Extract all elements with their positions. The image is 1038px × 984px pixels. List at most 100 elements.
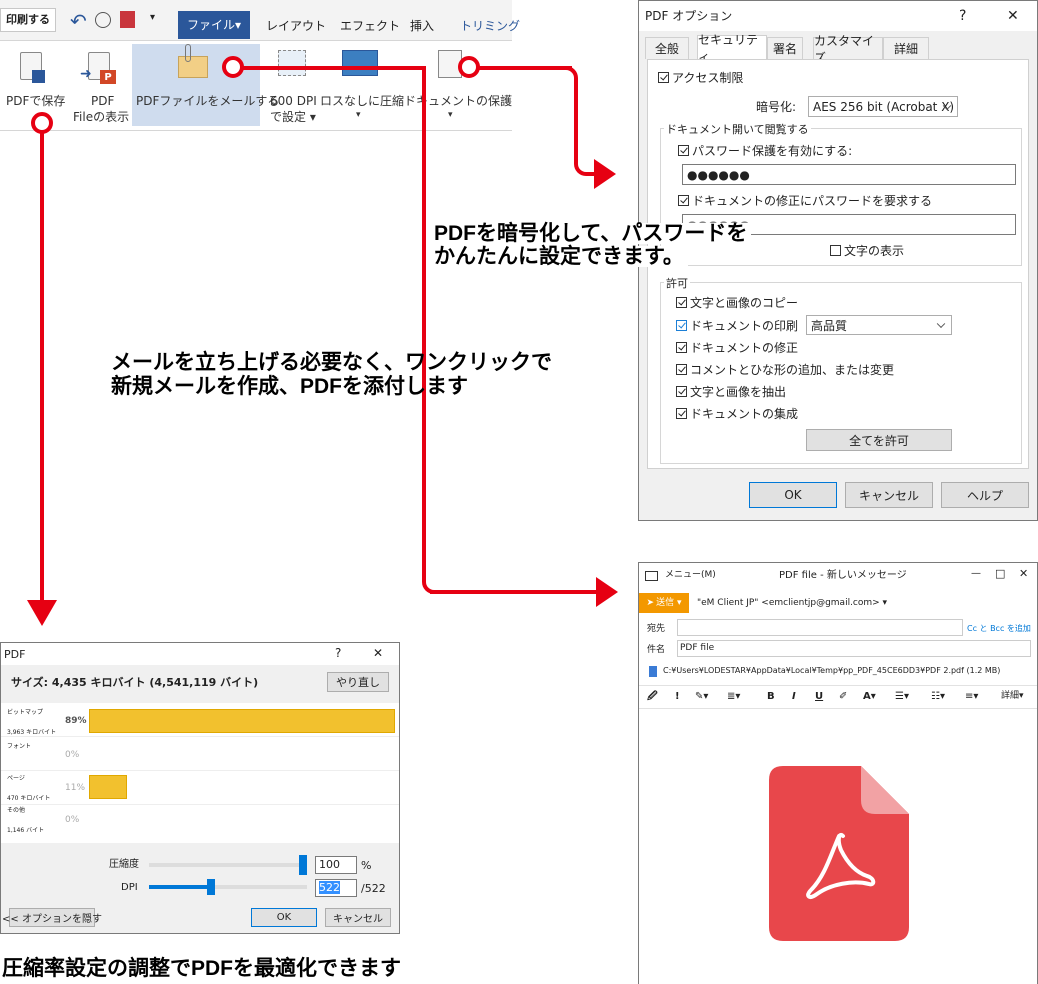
- row-bar: [89, 709, 395, 733]
- underline-button[interactable]: U: [815, 691, 823, 703]
- allow-all-button[interactable]: 全てを許可: [806, 429, 952, 451]
- perm-assemble-label: ドキュメントの集成: [690, 407, 799, 421]
- perm-assemble-checkbox[interactable]: ドキュメントの集成: [676, 407, 798, 421]
- tab-insert[interactable]: 挿入: [410, 19, 434, 33]
- dpi-button[interactable]: 600 DPI で設定 ▾: [266, 44, 318, 126]
- tab-effect[interactable]: エフェクト: [340, 19, 400, 33]
- checkbox-icon: [676, 342, 687, 353]
- compression-input[interactable]: 100: [315, 856, 357, 874]
- tab-file[interactable]: ファイル▾: [178, 11, 250, 39]
- align-icon[interactable]: ≡▾: [965, 691, 978, 703]
- protect-document-button[interactable]: ドキュメントの保護 ▾: [402, 44, 512, 126]
- close-icon[interactable]: ✕: [373, 646, 383, 660]
- priority-icon[interactable]: !: [675, 691, 680, 703]
- dpi-slider-thumb[interactable]: [207, 879, 215, 895]
- tab-security[interactable]: セキュリティ: [697, 33, 767, 64]
- help-button[interactable]: ヘルプ: [941, 482, 1029, 508]
- attachment-path[interactable]: C:¥Users¥LODESTAR¥AppData¥Local¥Temp¥pp_…: [663, 666, 1000, 676]
- perm-comment-checkbox[interactable]: コメントとひな形の追加、または変更: [676, 363, 894, 377]
- undo-icon[interactable]: ↶: [70, 9, 87, 33]
- compression-cancel-button[interactable]: キャンセル: [325, 908, 391, 927]
- compression-slider-thumb[interactable]: [299, 855, 307, 875]
- print-quality-select[interactable]: 高品質: [806, 315, 952, 335]
- encryption-label: 暗号化:: [756, 100, 797, 114]
- perm-extract-checkbox[interactable]: 文字と画像を抽出: [676, 385, 786, 399]
- close-icon[interactable]: ✕: [1019, 567, 1028, 580]
- highlight-icon[interactable]: ✎▾: [695, 691, 708, 703]
- perm-copy-checkbox[interactable]: 文字と画像のコピー: [676, 296, 798, 310]
- email-window: メニュー(M) PDF file - 新しいメッセージ — □ ✕ ➤ 送信 ▾ …: [638, 562, 1038, 984]
- compression-dialog: PDF ? ✕ サイズ: 4,435 キロバイト (4,541,119 バイト)…: [0, 642, 400, 934]
- encryption-select[interactable]: AES 256 bit (Acrobat X): [808, 96, 958, 117]
- lossless-label-2: ▾: [356, 110, 361, 120]
- row-name: ビットマップ: [7, 709, 44, 716]
- save-pdf-label: PDFで保存: [6, 94, 66, 108]
- tab-details[interactable]: 詳細: [883, 37, 929, 59]
- minimize-icon[interactable]: —: [971, 568, 981, 580]
- bold-button[interactable]: B: [767, 691, 775, 703]
- help-icon[interactable]: ?: [335, 646, 341, 660]
- qat-dropdown-icon[interactable]: ▾: [150, 12, 155, 24]
- dpi-input[interactable]: 522: [315, 879, 357, 897]
- row-bar: [89, 775, 127, 799]
- maximize-icon[interactable]: □: [995, 567, 1005, 580]
- breakdown-row: ページ 470 キロバイト 11%: [1, 771, 399, 805]
- italic-button[interactable]: I: [792, 691, 796, 703]
- arrowhead-right-icon: [596, 577, 618, 607]
- lasso-icon[interactable]: [95, 12, 111, 28]
- attach-icon[interactable]: 🖉: [647, 691, 658, 703]
- compression-slider[interactable]: [149, 863, 307, 867]
- number-list-icon[interactable]: ☷▾: [931, 691, 945, 703]
- tab-trimming[interactable]: トリミング: [460, 19, 520, 33]
- font-color-button[interactable]: A▾: [863, 691, 876, 703]
- row-name: フォント: [7, 743, 32, 750]
- subject-field[interactable]: PDF file: [677, 640, 1031, 657]
- perm-print-checkbox[interactable]: ドキュメントの印刷: [676, 319, 798, 333]
- style-icon[interactable]: ≣▾: [727, 691, 740, 703]
- from-select[interactable]: "eM Client JP" <emclientjp@gmail.com> ▾: [697, 598, 887, 609]
- checkbox-icon: [676, 364, 687, 375]
- print-button[interactable]: 印刷する: [0, 8, 56, 32]
- modify-password-checkbox[interactable]: ドキュメントの修正にパスワードを要求する: [678, 194, 932, 208]
- tab-layout[interactable]: レイアウト: [266, 19, 326, 33]
- compress-icon: [342, 50, 378, 76]
- perm-modify-checkbox[interactable]: ドキュメントの修正: [676, 341, 798, 355]
- tab-general[interactable]: 全般: [645, 37, 689, 59]
- menu-button[interactable]: メニュー(M): [665, 570, 716, 581]
- email-pdf-button[interactable]: PDFファイルをメールする: [132, 44, 279, 126]
- ok-button[interactable]: OK: [749, 482, 837, 508]
- show-pdf-label-1: PDF: [91, 94, 115, 108]
- format-painter-icon[interactable]: ✐: [839, 691, 847, 703]
- checkbox-icon: [676, 320, 687, 331]
- compression-ok-button[interactable]: OK: [251, 908, 317, 927]
- compression-unit: %: [361, 859, 372, 872]
- cancel-button[interactable]: キャンセル: [845, 482, 933, 508]
- more-button[interactable]: 詳細▾: [1001, 691, 1024, 702]
- show-text-checkbox[interactable]: 文字の表示: [830, 244, 904, 258]
- hide-options-button[interactable]: << オプションを隠す: [2, 908, 102, 927]
- help-icon[interactable]: ?: [959, 8, 966, 25]
- access-restriction-checkbox[interactable]: アクセス制限: [658, 71, 743, 85]
- enable-password-checkbox[interactable]: パスワード保護を有効にする:: [678, 144, 852, 158]
- tab-signature[interactable]: 署名: [767, 37, 803, 59]
- send-icon: ➤: [646, 597, 655, 608]
- tab-customize[interactable]: カスタマイズ: [813, 34, 883, 65]
- save-icon[interactable]: [120, 11, 135, 28]
- lossless-compress-button[interactable]: ロスなしに圧縮 ▾: [320, 44, 404, 126]
- bullet-list-icon[interactable]: ☰▾: [895, 691, 909, 703]
- password-field[interactable]: ●●●●●●: [682, 164, 1016, 185]
- protect-label-2: ▾: [448, 110, 453, 120]
- show-pdf-button[interactable]: P ➜ PDF Fileの表示: [70, 44, 132, 126]
- perm-print-label: ドキュメントの印刷: [690, 319, 799, 333]
- to-label: 宛先: [647, 624, 666, 634]
- redo-button[interactable]: やり直し: [327, 672, 389, 692]
- send-button[interactable]: ➤ 送信 ▾: [639, 593, 689, 613]
- connector-curve: [562, 66, 578, 88]
- paperclip-icon: [185, 44, 191, 62]
- security-panel: アクセス制限 暗号化: AES 256 bit (Acrobat X) ドキュメ…: [647, 59, 1029, 469]
- connector-line: [40, 124, 44, 602]
- protect-label-1: ドキュメントの保護: [404, 94, 513, 108]
- cc-bcc-link[interactable]: Cc と Bcc を追加: [967, 624, 1031, 634]
- close-icon[interactable]: ✕: [1007, 8, 1019, 25]
- to-field[interactable]: [677, 619, 963, 636]
